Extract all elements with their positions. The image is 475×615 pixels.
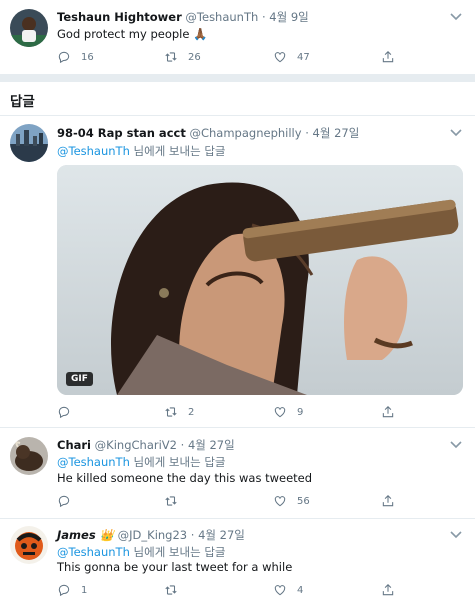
reply-icon bbox=[58, 51, 70, 64]
retweet-icon bbox=[165, 407, 177, 417]
tweet-actions: 1 4 bbox=[57, 581, 457, 599]
tweet-date[interactable]: · 4월 27일 bbox=[181, 438, 235, 452]
author-handle[interactable]: @Champagnephilly bbox=[189, 126, 301, 140]
like-count: 4 bbox=[297, 584, 304, 596]
replying-to: @TeshaunTh 님에게 보내는 답글 bbox=[57, 454, 225, 470]
retweet-icon bbox=[165, 585, 177, 595]
reply-button[interactable] bbox=[57, 403, 81, 421]
like-icon bbox=[274, 52, 286, 63]
tweet-date[interactable]: · 4월 27일 bbox=[191, 528, 245, 542]
retweet-icon bbox=[165, 496, 177, 506]
share-button[interactable] bbox=[381, 48, 405, 66]
like-button[interactable]: 47 bbox=[273, 48, 310, 66]
replying-to-label: 님에게 보내는 답글 bbox=[129, 455, 226, 469]
retweet-button[interactable] bbox=[164, 492, 188, 510]
author-name[interactable]: 98-04 Rap stan acct bbox=[57, 126, 186, 140]
like-count: 47 bbox=[297, 51, 310, 63]
caret-down-icon[interactable] bbox=[449, 12, 463, 22]
tweet-date-text[interactable]: 4월 27일 bbox=[313, 126, 360, 140]
tweet-date-text[interactable]: 4월 27일 bbox=[198, 528, 245, 542]
replying-to: @TeshaunTh 님에게 보내는 답글 bbox=[57, 544, 225, 560]
avatar-rapstan[interactable] bbox=[10, 124, 48, 162]
reply-icon bbox=[58, 495, 70, 508]
avatar-chari[interactable] bbox=[10, 437, 48, 475]
section-separator bbox=[0, 74, 475, 82]
share-icon bbox=[382, 495, 394, 507]
replies-header: 답글 bbox=[10, 94, 35, 110]
retweet-button[interactable] bbox=[164, 581, 188, 599]
tweet-date[interactable]: · 4월 27일 bbox=[305, 126, 359, 140]
tweet-text: He killed someone the day this was tweet… bbox=[57, 471, 313, 485]
like-count: 9 bbox=[297, 406, 304, 418]
share-button[interactable] bbox=[381, 403, 405, 421]
like-icon bbox=[274, 496, 286, 507]
tweet-text: God protect my people 🙏🏾 bbox=[57, 27, 208, 41]
retweet-icon bbox=[165, 52, 177, 62]
main-tweet[interactable]: Teshaun Hightower @TeshaunTh · 4월 9일 God… bbox=[0, 0, 475, 72]
like-count: 56 bbox=[297, 495, 310, 507]
reply-tweet[interactable]: James 👑 @JD_King23 · 4월 27일 @TeshaunTh 님… bbox=[0, 519, 475, 615]
share-icon bbox=[382, 406, 394, 418]
reply-button[interactable] bbox=[57, 492, 81, 510]
reply-button[interactable]: 16 bbox=[57, 48, 94, 66]
reply-icon bbox=[58, 584, 70, 597]
author-handle[interactable]: @KingChariV2 bbox=[95, 438, 177, 452]
avatar-teshaun[interactable] bbox=[10, 9, 48, 47]
tweet-text: This gonna be your last tweet for a whil… bbox=[57, 560, 293, 574]
author-handle[interactable]: @JD_King23 bbox=[118, 528, 187, 542]
mention-link[interactable]: @TeshaunTh bbox=[57, 455, 130, 469]
mention-link[interactable]: @TeshaunTh bbox=[57, 144, 130, 158]
author-name[interactable]: Chari bbox=[57, 438, 91, 452]
like-icon bbox=[274, 407, 286, 418]
tweet-date-text[interactable]: 4월 27일 bbox=[188, 438, 235, 452]
author-name[interactable]: James 👑 bbox=[57, 528, 114, 542]
gif-image bbox=[57, 165, 463, 395]
share-icon bbox=[382, 51, 394, 63]
share-button[interactable] bbox=[381, 492, 405, 510]
retweet-count: 2 bbox=[188, 406, 195, 418]
retweet-button[interactable]: 26 bbox=[164, 48, 201, 66]
reply-icon bbox=[58, 406, 70, 419]
author-name[interactable]: Teshaun Hightower bbox=[57, 10, 182, 24]
share-icon bbox=[382, 584, 394, 596]
gif-media[interactable]: GIF bbox=[57, 165, 463, 395]
tweet-actions: 56 bbox=[57, 492, 457, 510]
like-button[interactable]: 9 bbox=[273, 403, 303, 421]
gif-badge: GIF bbox=[66, 372, 93, 386]
author-handle[interactable]: @TeshaunTh bbox=[185, 10, 258, 24]
caret-down-icon[interactable] bbox=[449, 440, 463, 450]
replying-to-label: 님에게 보내는 답글 bbox=[129, 144, 226, 158]
caret-down-icon[interactable] bbox=[449, 530, 463, 540]
replying-to-label: 님에게 보내는 답글 bbox=[129, 545, 226, 559]
reply-count: 1 bbox=[81, 584, 88, 596]
reply-button[interactable]: 1 bbox=[57, 581, 87, 599]
retweet-count: 26 bbox=[188, 51, 201, 63]
reply-tweet[interactable]: Chari @KingChariV2 · 4월 27일 @TeshaunTh 님… bbox=[0, 428, 475, 518]
tweet-actions: 2 9 bbox=[57, 403, 457, 421]
share-button[interactable] bbox=[381, 581, 405, 599]
like-button[interactable]: 4 bbox=[273, 581, 303, 599]
like-icon bbox=[274, 585, 286, 596]
replying-to: @TeshaunTh 님에게 보내는 답글 bbox=[57, 143, 225, 159]
like-button[interactable]: 56 bbox=[273, 492, 310, 510]
caret-down-icon[interactable] bbox=[449, 128, 463, 138]
retweet-button[interactable]: 2 bbox=[164, 403, 194, 421]
tweet-actions: 16 26 47 bbox=[57, 48, 457, 66]
tweet-date-text[interactable]: 4월 9일 bbox=[269, 10, 308, 24]
mention-link[interactable]: @TeshaunTh bbox=[57, 545, 130, 559]
reply-count: 16 bbox=[81, 51, 94, 63]
tweet-date[interactable]: · 4월 9일 bbox=[262, 10, 309, 24]
avatar-james[interactable] bbox=[10, 526, 48, 564]
